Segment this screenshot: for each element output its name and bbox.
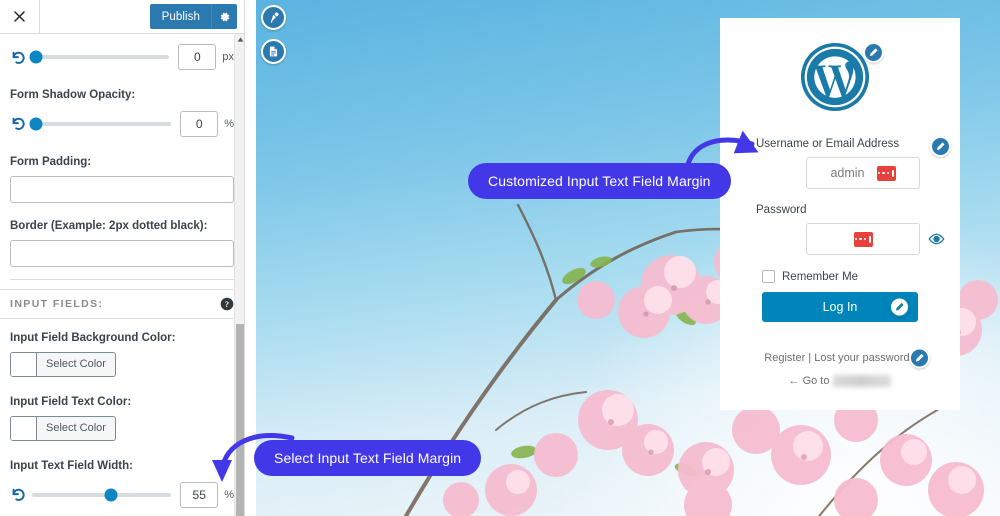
callout-text: Select Input Text Field Margin bbox=[274, 450, 462, 466]
control-shadow-blur: 0 px bbox=[0, 34, 244, 78]
go-to-site-row[interactable]: ← Go to bbox=[756, 375, 924, 387]
control-input-text-color: Input Field Text Color: Select Color bbox=[0, 395, 244, 459]
eye-icon[interactable] bbox=[928, 231, 945, 248]
input-fields-group: Input Field Background Color: Select Col… bbox=[0, 318, 244, 516]
go-to-label: ← Go to bbox=[788, 375, 830, 387]
control-border: Border (Example: 2px dotted black): bbox=[0, 210, 244, 279]
username-input[interactable]: admin bbox=[806, 157, 920, 189]
log-in-button[interactable]: Log In bbox=[762, 292, 918, 322]
lastpass-icon[interactable] bbox=[853, 231, 873, 247]
links-separator: | bbox=[808, 352, 812, 364]
slider-track[interactable] bbox=[29, 117, 172, 131]
color-picker-input-background[interactable]: Select Color bbox=[10, 351, 116, 377]
logo-pencil-edit-icon[interactable] bbox=[863, 42, 884, 63]
slider-row: 55 % bbox=[10, 480, 234, 510]
control-label: Input Field Text Color: bbox=[10, 395, 132, 408]
control-form-padding: Form Padding: bbox=[0, 144, 244, 211]
close-icon[interactable] bbox=[0, 0, 40, 33]
wordpress-logo-icon bbox=[798, 40, 872, 114]
reset-icon[interactable] bbox=[10, 49, 27, 66]
login-pencil-edit-icon[interactable] bbox=[889, 296, 910, 318]
color-picker-input-text[interactable]: Select Color bbox=[10, 415, 116, 441]
password-input[interactable] bbox=[806, 223, 945, 255]
publish-button[interactable]: Publish bbox=[149, 4, 211, 29]
control-label: Form Shadow Opacity: bbox=[10, 89, 136, 101]
app-root: Publish 0 px Form Shadow Opacity: 0 % Fo… bbox=[0, 0, 1000, 516]
slider-track[interactable] bbox=[29, 50, 170, 64]
pin-edit-icon[interactable] bbox=[261, 5, 286, 30]
select-color-label: Select Color bbox=[37, 352, 115, 376]
slider-unit: % bbox=[224, 117, 234, 130]
svg-text:?: ? bbox=[225, 300, 229, 309]
slider-thumb[interactable] bbox=[29, 117, 43, 131]
username-pencil-edit-icon[interactable] bbox=[930, 136, 951, 157]
slider-value-input[interactable]: 0 bbox=[178, 44, 217, 70]
username-value: admin bbox=[830, 166, 865, 180]
remember-me-checkbox[interactable] bbox=[762, 270, 775, 283]
wordpress-login-card: Username or Email Address admin Password bbox=[720, 18, 960, 410]
form-padding-input[interactable] bbox=[10, 175, 234, 203]
login-links-row: Register | Lost your password? bbox=[756, 347, 930, 369]
reset-icon[interactable] bbox=[10, 486, 27, 503]
password-label: Password bbox=[756, 204, 807, 216]
sidebar-header: Publish bbox=[0, 0, 244, 34]
section-divider-wrap bbox=[0, 278, 244, 289]
section-title: INPUT FIELDS: bbox=[10, 297, 104, 310]
control-label: Input Text Field Width: bbox=[10, 459, 133, 472]
slider-unit: px bbox=[222, 51, 234, 63]
slider-thumb[interactable] bbox=[29, 50, 43, 64]
slider-thumb[interactable] bbox=[104, 488, 118, 502]
control-input-text-field-width: Input Text Field Width: 55 % bbox=[0, 459, 244, 514]
callout-customized-margin: Customized Input Text Field Margin bbox=[468, 163, 731, 199]
lastpass-icon[interactable] bbox=[876, 165, 896, 181]
sidebar-body: 0 px Form Shadow Opacity: 0 % Form Paddi… bbox=[0, 34, 244, 516]
publish-group: Publish bbox=[149, 4, 237, 29]
slider-row: 0 px bbox=[10, 42, 234, 72]
control-input-bg-color: Input Field Background Color: Select Col… bbox=[0, 331, 244, 395]
log-in-label: Log In bbox=[822, 300, 858, 314]
control-label: Form Padding: bbox=[10, 155, 92, 168]
lost-password-link[interactable]: Lost your password? bbox=[814, 352, 916, 364]
register-link[interactable]: Register bbox=[764, 352, 805, 364]
callout-text: Customized Input Text Field Margin bbox=[488, 173, 711, 189]
border-input[interactable] bbox=[10, 239, 234, 267]
customizer-sidebar: Publish 0 px Form Shadow Opacity: 0 % Fo… bbox=[0, 0, 245, 516]
slider-unit: % bbox=[224, 488, 234, 501]
caret-up-icon[interactable] bbox=[235, 34, 244, 44]
gear-icon[interactable] bbox=[211, 4, 237, 29]
remember-me-row: Remember Me bbox=[762, 270, 924, 283]
control-label: Input Field Background Color: bbox=[10, 331, 176, 344]
reset-icon[interactable] bbox=[10, 115, 27, 132]
links-pencil-edit-icon[interactable] bbox=[909, 347, 930, 369]
site-name-blurred bbox=[833, 375, 892, 387]
remember-me-label: Remember Me bbox=[782, 270, 859, 283]
callout-select-margin: Select Input Text Field Margin bbox=[254, 440, 482, 476]
slider-value-input[interactable]: 0 bbox=[180, 110, 219, 137]
page-edit-icon[interactable] bbox=[261, 39, 286, 64]
slider-track[interactable] bbox=[32, 488, 172, 502]
control-form-shadow-opacity: Form Shadow Opacity: 0 % bbox=[0, 78, 244, 145]
section-header-input-fields: INPUT FIELDS: ? bbox=[0, 288, 244, 319]
control-label: Border (Example: 2px dotted black): bbox=[10, 219, 208, 232]
select-color-label: Select Color bbox=[37, 416, 115, 440]
logo-wrap bbox=[798, 40, 884, 124]
color-swatch bbox=[11, 352, 37, 376]
slider-row: 0 % bbox=[10, 109, 234, 139]
divider bbox=[10, 278, 234, 280]
color-swatch bbox=[11, 416, 37, 440]
help-icon[interactable]: ? bbox=[220, 297, 234, 311]
